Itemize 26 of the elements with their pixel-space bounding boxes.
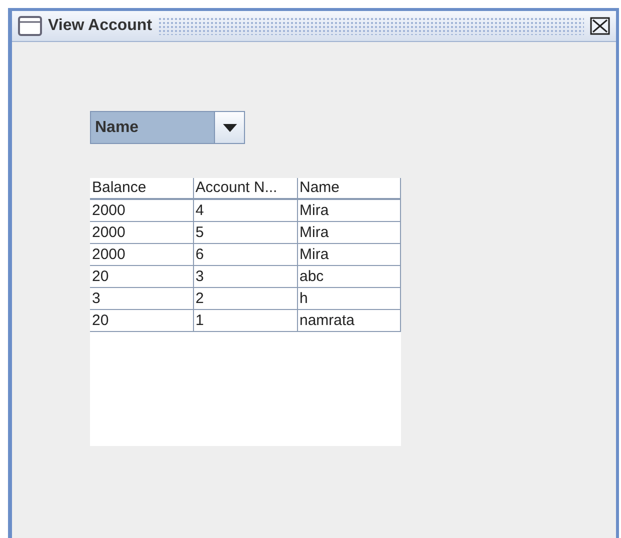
column-header[interactable]: Name (297, 178, 400, 199)
window-title: View Account (48, 17, 152, 35)
window-icon (18, 16, 42, 36)
table-cell: namrata (297, 310, 400, 332)
table-cell: abc (297, 266, 400, 288)
table-cell: Mira (297, 222, 400, 244)
table-cell: Mira (297, 244, 400, 266)
table-cell: 3 (193, 266, 297, 288)
table-cell: 2 (193, 288, 297, 310)
table-cell: 20 (90, 266, 193, 288)
table-cell: 2000 (90, 199, 193, 222)
table-cell: 2000 (90, 222, 193, 244)
table-cell: 20 (90, 310, 193, 332)
close-icon[interactable] (590, 17, 610, 35)
table-cell: Mira (297, 199, 400, 222)
table-cell: 6 (193, 244, 297, 266)
table-cell: 3 (90, 288, 193, 310)
sort-dropdown[interactable]: Name (90, 111, 245, 144)
table-cell: 4 (193, 199, 297, 222)
caret-icon (222, 124, 236, 132)
table-cell: 2000 (90, 244, 193, 266)
column-header[interactable]: Balance (90, 178, 193, 199)
table-cell: 5 (193, 222, 297, 244)
table-cell: 1 (193, 310, 297, 332)
column-header[interactable]: Account N... (193, 178, 297, 199)
table-cell: h (297, 288, 400, 310)
